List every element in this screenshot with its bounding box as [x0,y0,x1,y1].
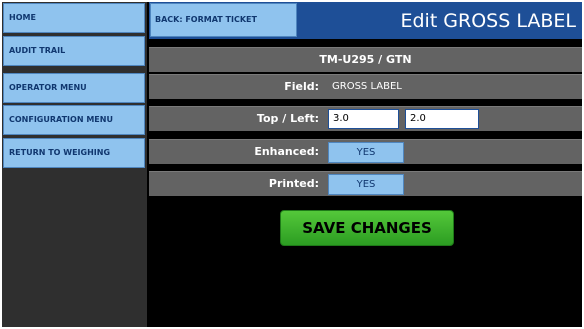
enhanced-toggle-button[interactable]: YES [328,142,404,163]
save-changes-button[interactable]: SAVE CHANGES [280,210,454,246]
printed-row: Printed: YES [149,171,582,196]
sidebar: HOME AUDIT TRAIL OPERATOR MENU CONFIGURA… [2,2,147,327]
nav-home-button[interactable]: HOME [3,3,145,33]
page-title: Edit GROSS LABEL [400,10,576,32]
printer-model-title: TM-U295 / GTN [319,53,412,66]
top-left-label: Top / Left: [256,112,319,125]
nav-return-to-weighing-button[interactable]: RETURN TO WEIGHING [3,138,145,168]
field-label: Field: [284,80,319,93]
enhanced-row: Enhanced: YES [149,139,582,164]
printed-toggle-button[interactable]: YES [328,174,404,195]
field-value: GROSS LABEL [332,81,402,92]
left-input[interactable]: 2.0 [405,109,479,129]
nav-configuration-menu-button[interactable]: CONFIGURATION MENU [3,105,145,135]
printer-row: TM-U295 / GTN [149,47,582,72]
back-format-ticket-button[interactable]: BACK: FORMAT TICKET [150,3,297,37]
printed-label: Printed: [268,177,319,190]
nav-operator-menu-button[interactable]: OPERATOR MENU [3,73,145,103]
main-panel: BACK: FORMAT TICKET Edit GROSS LABEL TM-… [149,2,582,327]
header-bar: BACK: FORMAT TICKET Edit GROSS LABEL [149,2,582,39]
enhanced-label: Enhanced: [254,145,319,158]
top-left-row: Top / Left: 3.0 2.0 [149,106,582,131]
app-frame: HOME AUDIT TRAIL OPERATOR MENU CONFIGURA… [2,2,582,327]
field-row: Field: GROSS LABEL [149,74,582,99]
nav-audit-trail-button[interactable]: AUDIT TRAIL [3,36,145,66]
top-input[interactable]: 3.0 [328,109,399,129]
